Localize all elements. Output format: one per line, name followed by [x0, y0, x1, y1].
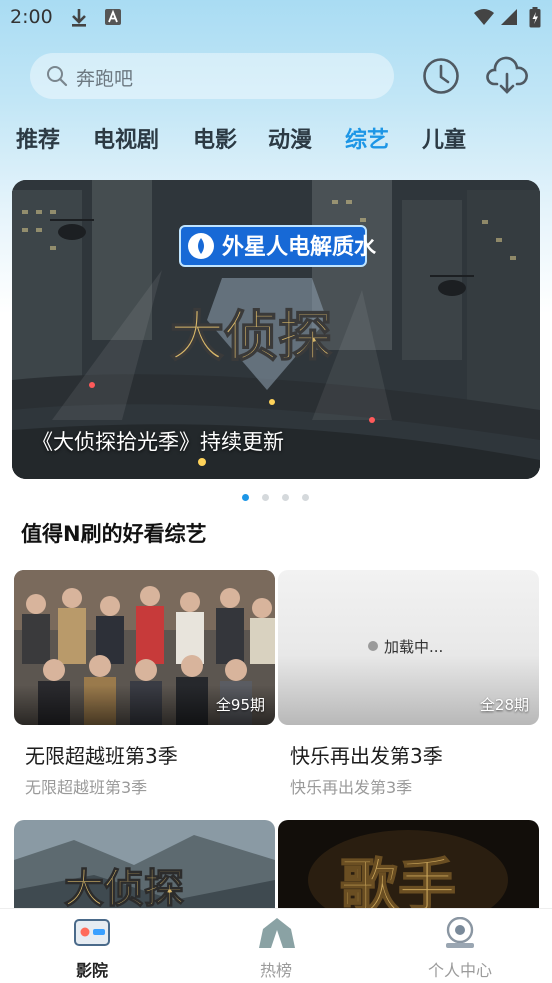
profile-icon [446, 917, 474, 948]
hero-banner[interactable]: 外星人电解质水 大侦探 《大侦探拾光季》持续更新 [12, 180, 540, 479]
bottom-navigation: 影院 热榜 个人中心 [0, 908, 552, 983]
carousel-dot-1[interactable] [242, 494, 249, 501]
wifi-icon [474, 9, 494, 25]
nav-profile-label: 个人中心 [427, 961, 492, 980]
search-placeholder: 奔跑吧 [76, 68, 134, 90]
card-3-logo-text: 大侦探 [64, 865, 184, 912]
card-thumbnail-1[interactable]: 全95期 [14, 570, 275, 725]
download-icon [72, 9, 86, 27]
card-thumbnail-2[interactable]: 加载中... 全28期 [278, 570, 539, 725]
loading-text: 加载中... [384, 638, 444, 656]
history-clock-icon[interactable] [421, 56, 461, 96]
nav-cinema[interactable]: 影院 [32, 909, 152, 983]
search-icon [47, 66, 68, 87]
tab-variety[interactable]: 综艺 [345, 122, 389, 154]
tab-kids[interactable]: 儿童 [422, 122, 466, 154]
show-logo-text: 大侦探 [170, 304, 332, 368]
tab-tv-series[interactable]: 电视剧 [93, 122, 159, 154]
loading-spinner-icon [368, 641, 378, 651]
crown-icon [259, 918, 295, 948]
app-notification-icon [105, 9, 121, 25]
nav-hot-list[interactable]: 热榜 [216, 909, 336, 983]
card-2-subtitle: 快乐再出发第3季 [290, 778, 413, 797]
episode-count-badge: 全28期 [479, 696, 529, 714]
sponsor-logo-text: 外星人电解质水 [222, 234, 377, 260]
cinema-icon [74, 919, 110, 946]
tab-movies[interactable]: 电影 [193, 122, 237, 154]
carousel-dot-3[interactable] [282, 494, 289, 501]
download-cloud-icon[interactable] [486, 56, 528, 96]
card-1-title[interactable]: 无限超越班第3季 [25, 740, 178, 769]
status-time: 2:00 [10, 6, 53, 28]
status-bar: 2:00 [0, 0, 552, 36]
carousel-dot-4[interactable] [302, 494, 309, 501]
card-2-title[interactable]: 快乐再出发第3季 [290, 740, 443, 769]
battery-icon [529, 7, 541, 28]
card-1-subtitle: 无限超越班第3季 [25, 778, 148, 797]
episode-count-badge: 全95期 [215, 696, 265, 714]
nav-cinema-label: 影院 [75, 961, 108, 980]
tab-anime[interactable]: 动漫 [268, 122, 312, 154]
nav-hot-list-label: 热榜 [259, 961, 292, 980]
banner-caption: 《大侦探拾光季》持续更新 [32, 430, 284, 454]
nav-profile[interactable]: 个人中心 [400, 909, 520, 983]
tab-recommend[interactable]: 推荐 [16, 122, 60, 154]
section-title: 值得N刷的好看综艺 [21, 522, 207, 546]
signal-icon [501, 9, 517, 25]
search-input[interactable]: 奔跑吧 [30, 53, 394, 99]
carousel-dot-2[interactable] [262, 494, 269, 501]
